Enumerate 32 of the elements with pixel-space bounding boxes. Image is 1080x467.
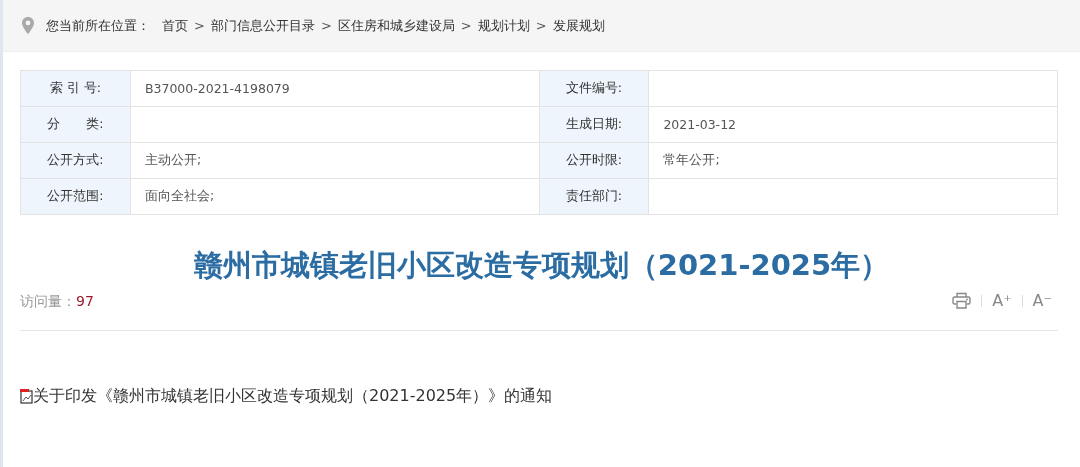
document-icon xyxy=(20,389,33,404)
breadcrumb-link[interactable]: 区住房和城乡建设局 xyxy=(337,16,455,35)
breadcrumb-link[interactable]: 部门信息公开目录 xyxy=(210,16,315,35)
breadcrumb-link[interactable]: 规划计划 xyxy=(477,16,530,35)
print-icon[interactable] xyxy=(952,292,972,309)
attachment-link[interactable]: 关于印发《赣州市城镇老旧小区改造专项规划（2021-2025年）》的通知 xyxy=(33,386,553,407)
breadcrumb-separator: > xyxy=(320,18,332,33)
breadcrumb-link[interactable]: 发展规划 xyxy=(552,16,605,35)
field-label: 公开范围: xyxy=(20,178,131,215)
field-label: 分 类: xyxy=(20,106,131,143)
breadcrumb-separator: > xyxy=(194,18,205,33)
field-value: B37000-2021-4198079 xyxy=(130,70,539,107)
location-pin-icon xyxy=(22,17,34,34)
field-label: 索 引 号: xyxy=(20,70,131,107)
field-label: 公开时限: xyxy=(539,142,649,179)
font-decrease-button[interactable]: A⁻ xyxy=(1032,291,1052,310)
field-label: 生成日期: xyxy=(539,106,649,143)
field-label: 公开方式: xyxy=(20,142,131,179)
font-increase-button[interactable]: A⁺ xyxy=(992,291,1012,310)
breadcrumb-separator: > xyxy=(460,18,472,33)
article-title: 赣州市城镇老旧小区改造专项规划（2021-2025年） xyxy=(192,247,891,284)
visit-count-label: 访问量： xyxy=(20,293,76,309)
field-label: 责任部门: xyxy=(539,178,649,215)
breadcrumb-label: 您当前所在位置： xyxy=(46,16,150,35)
field-value: 常年公开; xyxy=(648,142,1058,179)
breadcrumb-link[interactable]: 首页 xyxy=(162,16,188,35)
visit-count: 97 xyxy=(76,293,94,309)
field-value: 面向全社会; xyxy=(130,178,539,215)
breadcrumb-separator: > xyxy=(535,18,547,33)
field-value: 主动公开; xyxy=(130,142,539,179)
field-value: 2021-03-12 xyxy=(648,106,1058,143)
field-label: 文件编号: xyxy=(539,70,649,107)
